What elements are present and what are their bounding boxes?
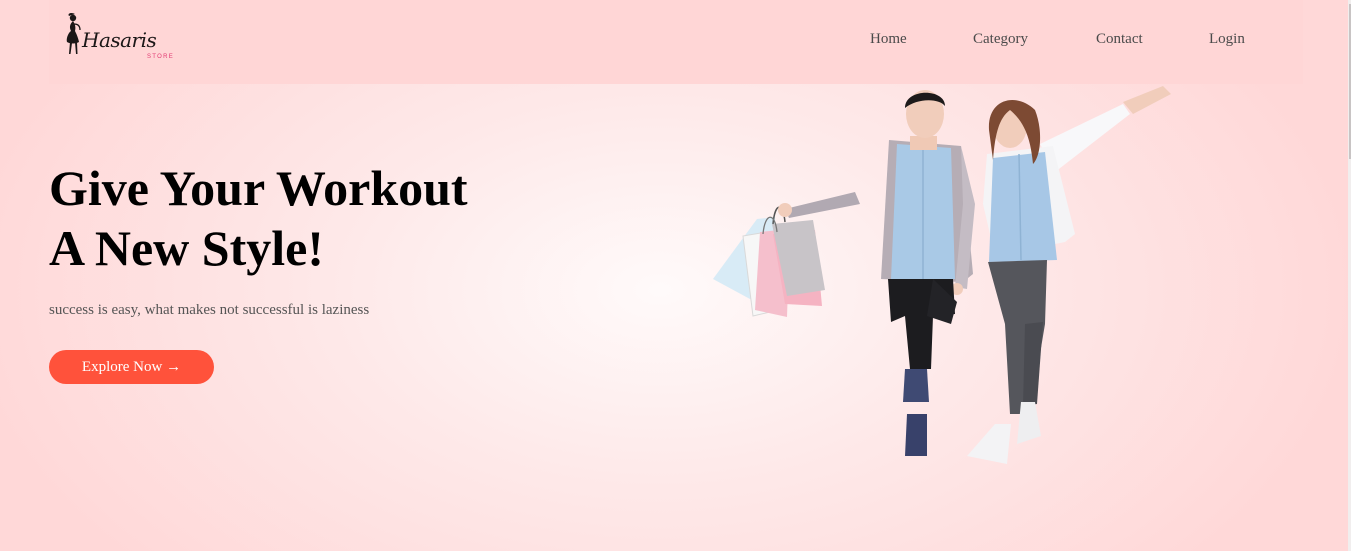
nav-contact[interactable]: Contact [1096, 31, 1143, 48]
hero-title: Give Your Workout A New Style! [49, 158, 468, 278]
woman-figure [967, 86, 1171, 464]
hero-image [713, 86, 1171, 464]
shopping-bags-icon [713, 206, 825, 317]
nav-home[interactable]: Home [870, 31, 907, 48]
nav-login[interactable]: Login [1209, 31, 1245, 48]
logo-subtitle: STORE [147, 54, 175, 60]
hero-title-line-1: Give Your Workout [49, 160, 468, 216]
nav-category[interactable]: Category [973, 31, 1028, 48]
main-nav: Home Category Contact Login [49, 31, 1303, 51]
hero-title-line-2: A New Style! [49, 220, 324, 276]
navbar: Hasaris STORE Home Category Contact Logi… [49, 0, 1303, 84]
explore-now-button[interactable]: Explore Now → [49, 350, 214, 384]
hero-subtitle: success is easy, what makes not successf… [49, 302, 370, 318]
